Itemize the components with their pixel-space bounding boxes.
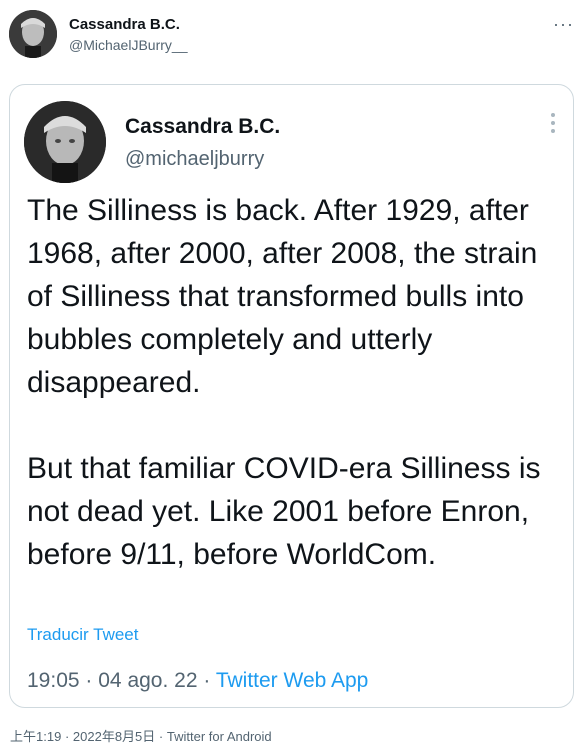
tweet-header: Cassandra B.C. @MichaelJBurry__ ··· — [9, 10, 576, 60]
avatar[interactable] — [9, 10, 57, 58]
tweet-date[interactable]: 04 ago. 22 — [98, 669, 197, 692]
tweet-time[interactable]: 19:05 — [27, 669, 80, 692]
author-handle[interactable]: @MichaelJBurry__ — [69, 37, 187, 53]
footer-separator: · — [64, 729, 70, 744]
quoted-author-name[interactable]: Cassandra B.C. — [125, 115, 280, 139]
more-options-icon[interactable]: ··· — [553, 14, 574, 35]
footer-time[interactable]: 上午1:19 — [10, 729, 61, 744]
tweet-meta: 19:05 · 04 ago. 22 · Twitter Web App — [27, 669, 368, 693]
quoted-avatar[interactable] — [24, 101, 106, 183]
meta-separator: · — [203, 669, 211, 692]
vertical-more-icon[interactable] — [549, 113, 557, 133]
meta-separator: · — [85, 669, 93, 692]
footer-date[interactable]: 2022年8月5日 — [73, 729, 155, 744]
tweet-source-link[interactable]: Twitter Web App — [216, 669, 369, 692]
translate-tweet-link[interactable]: Traducir Tweet — [27, 625, 139, 645]
tweet-footer: 上午1:19 · 2022年8月5日 · Twitter for Android — [10, 726, 272, 745]
footer-source: Twitter for Android — [166, 729, 272, 744]
footer-separator: · — [158, 729, 164, 744]
author-name[interactable]: Cassandra B.C. — [69, 16, 180, 33]
quoted-tweet-card[interactable]: Cassandra B.C. @michaeljburry The Sillin… — [9, 84, 574, 708]
quoted-author-handle[interactable]: @michaeljburry — [125, 148, 264, 171]
tweet-text: The Silliness is back. After 1929, after… — [27, 194, 541, 571]
